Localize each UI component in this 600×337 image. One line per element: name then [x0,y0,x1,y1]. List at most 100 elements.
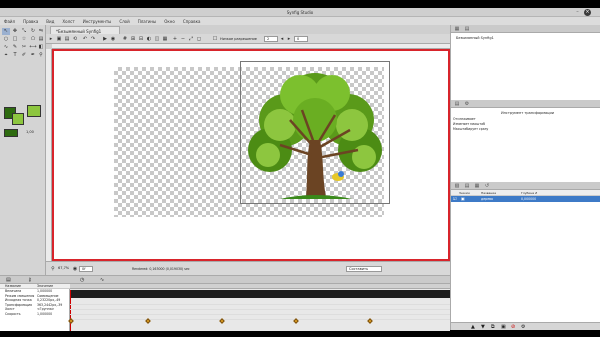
undo-icon[interactable]: ↶ [82,36,88,42]
revert-icon[interactable]: ⟲ [72,36,78,42]
polygon-tool-icon[interactable]: ⬠ [29,36,37,43]
onion-past-icon[interactable]: ◂ [279,36,285,42]
width-tool-icon[interactable]: ⟷ [29,44,37,51]
star-tool-icon[interactable]: ☆ [20,36,28,43]
metadata-tab-icon[interactable]: ▤ [463,183,471,189]
timetrack-tab-icon[interactable]: ◷ [80,277,84,283]
rotate-tool-icon[interactable]: ↻ [29,28,37,35]
delete-layer-icon[interactable]: ⊘ [511,324,515,330]
canvas-browser-tab-icon[interactable]: ▦ [453,26,461,32]
eyedrop-tool-icon[interactable]: ⌖ [2,52,10,59]
keyframes-tab-icon[interactable]: ⚷ [28,277,32,283]
menu-file[interactable]: Файл [0,17,19,24]
color-preview-swatch[interactable] [27,105,41,117]
onion-skin-icon[interactable]: ◐ [146,36,152,42]
fill-tool-icon[interactable]: ◧ [37,44,45,51]
spline-tool-icon[interactable]: ∿ [2,44,10,51]
menu-canvas[interactable]: Холст [58,17,78,24]
show-guides-icon[interactable]: ⊟ [138,36,144,42]
zoom-in-icon[interactable]: + [172,36,178,42]
menu-help[interactable]: Справка [179,17,205,24]
canvas-browser-body: Безымянный Synfig1 [451,33,600,100]
canvas-viewport[interactable] [52,49,450,261]
fill-color-swatch[interactable] [12,113,24,125]
background-icon[interactable]: ▦ [162,36,168,42]
canvas-browser-item[interactable]: Безымянный Synfig1 [456,36,494,40]
menu-plugins[interactable]: Плагины [134,17,161,24]
tool-option-2[interactable]: Изменяет масштаб [453,122,485,126]
zoom-tool-icon[interactable]: ⚲ [37,52,45,59]
tool-option-1[interactable]: Отслеживает [453,117,476,121]
menu-tools[interactable]: Инструменты [79,17,116,24]
close-icon[interactable]: × [584,9,591,16]
mirror-tool-icon[interactable]: ⇋ [37,28,45,35]
save-as-icon[interactable]: ▤ [64,36,70,42]
animation-mode-icon[interactable]: ◉ [72,266,78,272]
zoom-out-icon[interactable]: − [180,36,186,42]
layer-name[interactable]: дерево [481,197,493,201]
snap-grid-icon[interactable]: ⊞ [130,36,136,42]
params-header: Название Значение [0,284,70,289]
zoom-100-icon[interactable]: ◻ [196,36,202,42]
redo-icon[interactable]: ↷ [90,36,96,42]
menu-view[interactable]: Вид [42,17,58,24]
menu-layer[interactable]: Слой [115,17,133,24]
cutout-tool-icon[interactable]: ✂ [20,44,28,51]
time-ruler[interactable] [70,284,450,289]
preview-icon[interactable]: ◉ [110,36,116,42]
menu-window[interactable]: Окно [160,17,179,24]
brush-tool-icon[interactable]: ✒ [29,52,37,59]
sets-tab-icon[interactable]: ▦ [473,183,481,189]
library-tab-icon[interactable]: ▤ [463,26,471,32]
params-tab-icon[interactable]: ▤ [453,101,461,107]
layers-tab-icon[interactable]: ▧ [453,183,461,189]
tool-options-tab-icon[interactable]: ⚙ [463,101,471,107]
document-tab[interactable]: *Безымянный Synfig1 [50,26,120,34]
show-grid-icon[interactable]: # [122,36,128,42]
render-icon[interactable]: ▶ [102,36,108,42]
lower-layer-icon[interactable]: ▼ [481,324,485,330]
sketch-tool-icon[interactable]: ✐ [20,52,28,59]
menu-edit[interactable]: Правка [19,17,42,24]
duplicate-layer-icon[interactable]: ⧉ [491,324,495,330]
layer-options-icon[interactable]: ⚙ [521,324,525,330]
smooth-move-tool-icon[interactable]: ✥ [11,28,19,35]
render-quality-input[interactable]: 2 [264,36,278,42]
onion-future-icon[interactable]: ▸ [286,36,292,42]
circle-tool-icon[interactable]: ○ [2,36,10,43]
text-tool-icon[interactable]: T [11,52,19,59]
tool-options-tabs: ▤ ⚙ [451,100,600,108]
layer-visible-checkbox[interactable]: ☑ [453,196,457,201]
gradient-swatch[interactable] [4,129,18,137]
param-row[interactable]: Скорость 1,000000 [0,312,70,317]
params-panel-tab-icon[interactable]: ▤ [6,277,11,283]
current-frame-input[interactable]: 0f [79,266,93,272]
save-icon[interactable]: ▣ [56,36,62,42]
tool-option-3[interactable]: Масштабирует сразу [453,127,488,131]
onion-count-input[interactable]: 0 [294,36,308,42]
draw-tool-icon[interactable]: ✎ [11,44,19,51]
encapsulate-layer-icon[interactable]: ▣ [501,324,506,330]
layer-z-depth: 0,000000 [521,197,537,201]
timetrack-panel[interactable] [68,284,450,331]
scale-tool-icon[interactable]: ⤡ [20,28,28,35]
param-value[interactable]: 1,000000 [37,312,52,317]
gradient-tool-icon[interactable]: ▤ [37,36,45,43]
zoom-fit-icon[interactable]: ⤢ [188,36,194,42]
minimize-icon[interactable]: – [574,9,581,16]
layers-header-name: Название [481,191,497,195]
params-panel: Название Значение Величина 1,000000 Режи… [0,284,70,331]
rectangle-tool-icon[interactable]: □ [11,36,19,43]
toggle-low-res-icon[interactable]: ☐ [212,36,218,42]
transform-tool-icon[interactable]: ↖ [2,28,10,35]
time-slider[interactable] [70,290,450,298]
curves-tab-icon[interactable]: ∿ [100,277,104,283]
blend-method-select[interactable]: Составить [346,266,382,272]
layer-row[interactable]: ☑ ▣ дерево 0,000000 [451,196,600,202]
raise-layer-icon[interactable]: ▲ [471,324,475,330]
tree-image[interactable] [240,65,390,205]
bottom-tabs: ▤ ⚷ ◷ ∿ [0,276,450,284]
menu-caret-icon[interactable]: ▸ [48,36,54,42]
draft-icon[interactable]: ◫ [154,36,160,42]
history-tab-icon[interactable]: ↺ [483,183,491,189]
